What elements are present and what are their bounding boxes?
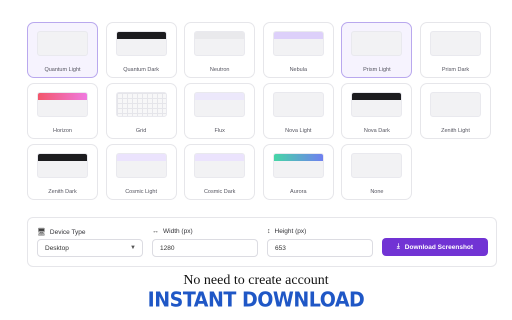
theme-preview-header bbox=[38, 154, 87, 161]
theme-preview bbox=[351, 153, 403, 178]
theme-label: Grid bbox=[135, 128, 147, 134]
theme-card-neutron[interactable]: Neutron bbox=[184, 22, 256, 78]
theme-preview bbox=[115, 92, 167, 117]
theme-preview-header bbox=[195, 154, 245, 161]
theme-preview bbox=[351, 92, 403, 117]
theme-card-quantum-light[interactable]: Quantum Light bbox=[27, 22, 98, 78]
screenshot-settings-panel: 🖥 Device Type Desktop ▼ ↔ Width (px) 128… bbox=[27, 217, 497, 267]
theme-preview-header bbox=[195, 93, 245, 100]
theme-preview-header bbox=[352, 93, 402, 100]
theme-label: Nebula bbox=[289, 67, 308, 73]
theme-preview-header bbox=[116, 154, 166, 161]
theme-preview bbox=[194, 153, 246, 178]
theme-card-cosmic-light[interactable]: Cosmic Light bbox=[105, 144, 177, 200]
caption-instant-download: INSTANT DOWNLOAD bbox=[147, 288, 365, 312]
theme-card-prism-light[interactable]: Prism Light bbox=[341, 22, 413, 78]
theme-preview bbox=[272, 153, 324, 178]
theme-preview bbox=[351, 31, 403, 56]
theme-preview bbox=[272, 92, 324, 117]
theme-card-zenith-light[interactable]: Zenith Light bbox=[420, 83, 491, 139]
theme-label: Nova Dark bbox=[363, 128, 390, 134]
theme-card-zenith-dark[interactable]: Zenith Dark bbox=[27, 144, 98, 200]
vertical-arrows-icon: ↕ bbox=[267, 228, 271, 235]
theme-preview bbox=[115, 153, 167, 178]
theme-card-nebula[interactable]: Nebula bbox=[262, 22, 334, 78]
theme-preview bbox=[37, 31, 88, 56]
theme-card-grid[interactable]: Grid bbox=[105, 83, 177, 139]
theme-preview-header bbox=[273, 32, 323, 39]
theme-label: Cosmic Light bbox=[125, 189, 157, 195]
caption-no-account: No need to create account bbox=[183, 273, 329, 288]
theme-card-none[interactable]: None bbox=[341, 144, 413, 200]
width-input[interactable]: 1280 bbox=[152, 239, 258, 257]
theme-preview-header bbox=[273, 154, 323, 161]
monitor-icon: 🖥 bbox=[37, 229, 46, 236]
download-icon: ⤓ bbox=[396, 243, 400, 250]
theme-preview bbox=[272, 31, 324, 56]
theme-preview bbox=[194, 31, 246, 56]
height-input[interactable]: 653 bbox=[267, 239, 373, 257]
horizontal-arrows-icon: ↔ bbox=[152, 228, 159, 235]
chevron-down-icon: ▼ bbox=[130, 245, 136, 251]
theme-card-cosmic-dark[interactable]: Cosmic Dark bbox=[184, 144, 256, 200]
theme-label: Prism Light bbox=[363, 67, 391, 73]
theme-preview-header bbox=[116, 32, 166, 39]
theme-label: Horizon bbox=[53, 128, 72, 134]
theme-label: Neutron bbox=[209, 67, 230, 73]
device-type-label: 🖥 Device Type bbox=[37, 228, 86, 237]
theme-card-flux[interactable]: Flux bbox=[184, 83, 256, 139]
theme-preview bbox=[115, 31, 167, 56]
theme-preview-header bbox=[195, 32, 245, 39]
device-type-select[interactable]: Desktop ▼ bbox=[37, 239, 143, 257]
theme-label: Cosmic Dark bbox=[203, 189, 236, 195]
theme-label: Prism Dark bbox=[441, 67, 470, 73]
theme-preview bbox=[37, 92, 88, 117]
theme-card-horizon[interactable]: Horizon bbox=[27, 83, 98, 139]
theme-preview-header bbox=[38, 93, 87, 100]
theme-label: Flux bbox=[214, 128, 225, 134]
height-label: ↕ Height (px) bbox=[267, 228, 307, 235]
theme-label: Zenith Light bbox=[441, 128, 470, 134]
theme-card-nova-light[interactable]: Nova Light bbox=[262, 83, 334, 139]
theme-label: Nova Light bbox=[285, 128, 312, 134]
theme-card-prism-dark[interactable]: Prism Dark bbox=[420, 22, 491, 78]
theme-card-quantum-dark[interactable]: Quantum Dark bbox=[105, 22, 177, 78]
theme-preview bbox=[430, 31, 481, 56]
theme-preview bbox=[37, 153, 88, 178]
theme-label: Zenith Dark bbox=[48, 189, 77, 195]
download-screenshot-button[interactable]: ⤓ Download Screenshot bbox=[382, 238, 488, 256]
width-label: ↔ Width (px) bbox=[152, 228, 193, 235]
theme-preview bbox=[430, 92, 481, 117]
theme-label: Aurora bbox=[290, 189, 307, 195]
theme-card-nova-dark[interactable]: Nova Dark bbox=[341, 83, 413, 139]
theme-label: None bbox=[370, 189, 384, 195]
theme-preview bbox=[194, 92, 246, 117]
theme-label: Quantum Dark bbox=[123, 67, 159, 73]
theme-label: Quantum Light bbox=[44, 67, 81, 73]
theme-grid: Quantum Light Quantum Dark Neutron Nebula Pr… bbox=[0, 0, 512, 200]
theme-card-aurora[interactable]: Aurora bbox=[262, 144, 334, 200]
